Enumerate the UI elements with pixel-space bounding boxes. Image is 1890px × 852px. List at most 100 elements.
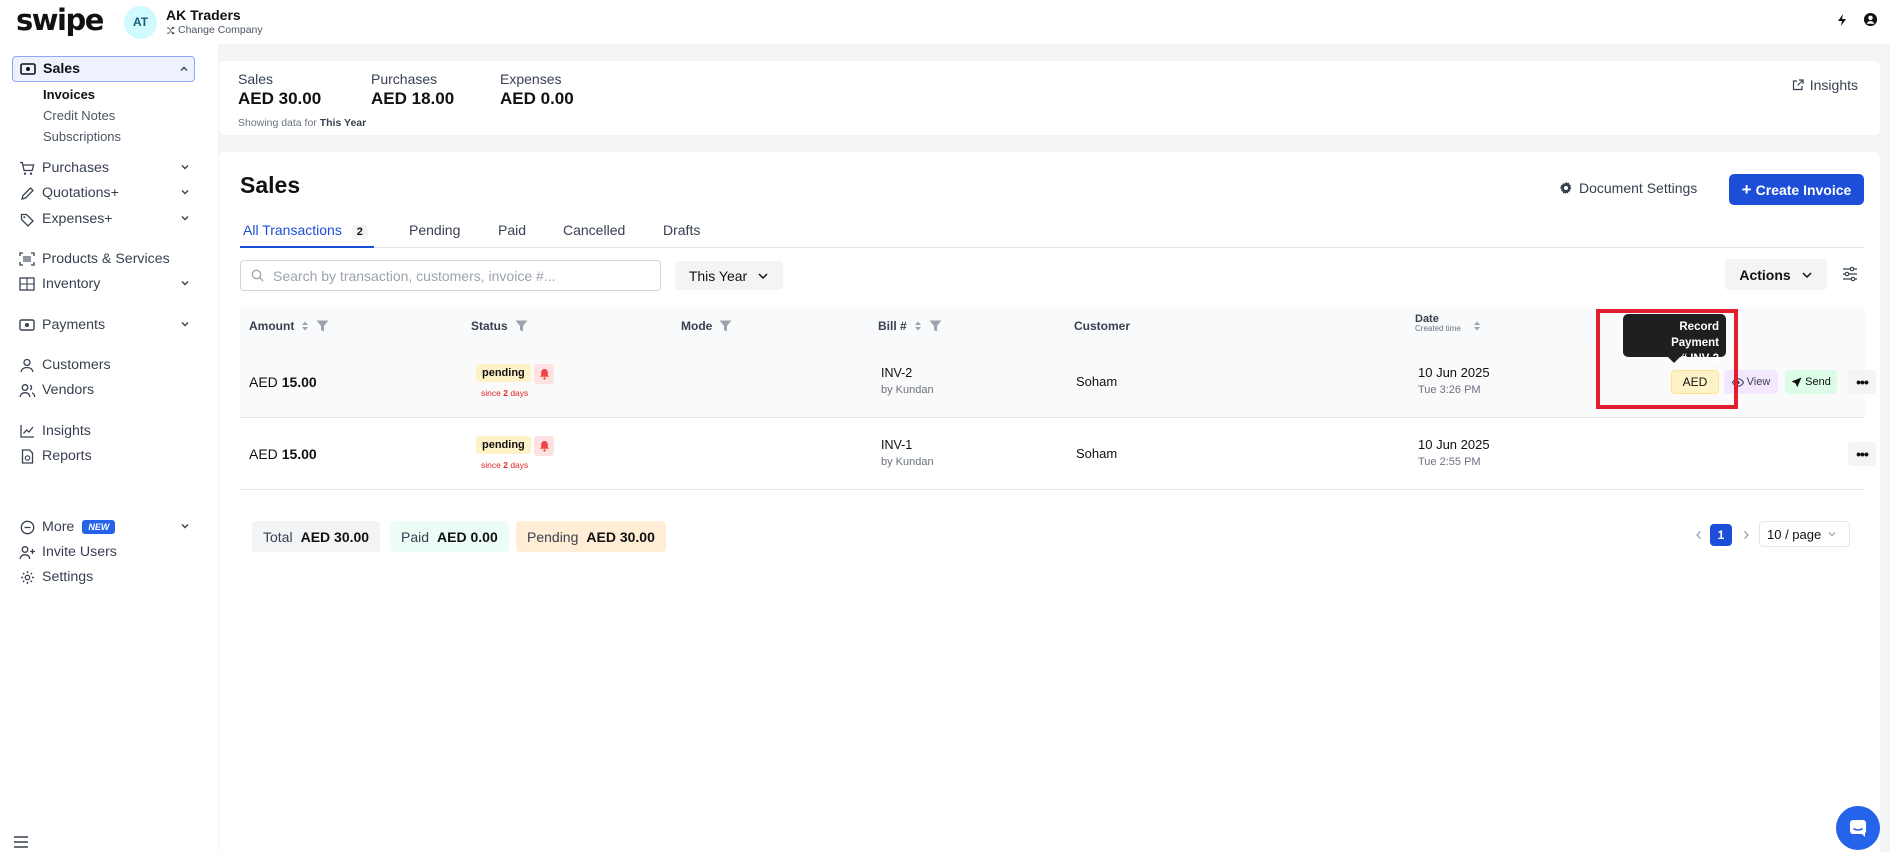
search-input[interactable] xyxy=(273,267,653,284)
minus-circle-icon xyxy=(18,518,36,536)
sidebar-sub-credit-notes[interactable]: Credit Notes xyxy=(43,108,115,123)
stat-sales: Sales AED 30.00 xyxy=(238,71,321,109)
sidebar-item-label: Customers xyxy=(42,357,111,373)
pending-label: Pending xyxy=(527,528,579,545)
column-header-date[interactable]: Date Created time xyxy=(1415,313,1461,334)
tab-drafts[interactable]: Drafts xyxy=(663,220,700,248)
lightning-icon[interactable] xyxy=(1835,13,1849,27)
document-settings-button[interactable]: Document Settings xyxy=(1559,180,1697,196)
tab-paid[interactable]: Paid xyxy=(498,220,526,248)
sidebar-item-sales[interactable]: Sales xyxy=(12,56,195,82)
sidebar-item-settings[interactable]: Settings xyxy=(12,564,195,590)
table-row[interactable]: AED 15.00 pending since 2 days INV-1 by … xyxy=(240,418,1876,490)
create-invoice-label: Create Invoice xyxy=(1755,181,1852,198)
chevron-down-icon xyxy=(1828,532,1836,537)
filter-icon[interactable] xyxy=(515,320,528,332)
sidebar-item-customers[interactable]: Customers xyxy=(12,352,195,378)
reminder-button[interactable] xyxy=(534,436,554,456)
page-size-value: 10 / page xyxy=(1767,526,1822,542)
menu-icon[interactable] xyxy=(14,836,28,848)
chevron-down-icon xyxy=(181,281,189,286)
table-header: Amount Status Mode Bill # Customer Date … xyxy=(240,307,1865,346)
since-number: 2 xyxy=(503,460,508,470)
chevron-down-icon xyxy=(181,190,189,195)
page-size-select[interactable]: 10 / page xyxy=(1759,521,1850,547)
since-number: 2 xyxy=(503,388,508,398)
stat-value: AED 30.00 xyxy=(238,89,322,108)
change-company-link[interactable]: Change Company xyxy=(166,24,263,37)
insights-link[interactable]: Insights xyxy=(1792,77,1858,93)
sidebar-item-label: Vendors xyxy=(42,382,95,398)
currency: AED xyxy=(249,446,278,462)
column-header-status[interactable]: Status xyxy=(471,319,528,333)
column-header-customer[interactable]: Customer xyxy=(1074,319,1130,333)
row-customer[interactable]: Soham xyxy=(1076,446,1117,461)
since-prefix: since xyxy=(481,460,501,470)
sidebar-sub-invoices[interactable]: Invoices xyxy=(43,87,95,102)
gear-icon xyxy=(18,568,36,586)
sidebar-item-insights[interactable]: Insights xyxy=(12,418,195,444)
inventory-icon xyxy=(18,275,36,293)
column-label: Bill # xyxy=(878,319,907,333)
sidebar-item-inventory[interactable]: Inventory xyxy=(12,271,195,297)
company-avatar[interactable]: AT xyxy=(124,5,157,39)
summary-stats-card: Sales AED 30.00 Purchases AED 18.00 Expe… xyxy=(219,61,1880,135)
record-payment-button[interactable]: AED xyxy=(1671,370,1719,394)
filter-icon[interactable] xyxy=(929,320,942,332)
chat-support-button[interactable] xyxy=(1836,806,1880,850)
amount-value: 15.00 xyxy=(281,374,317,390)
column-settings-icon[interactable] xyxy=(1842,266,1858,282)
column-header-mode[interactable]: Mode xyxy=(681,319,732,333)
tooltip-subtitle: # INV-2 xyxy=(1680,353,1719,366)
tab-count-badge: 2 xyxy=(351,225,368,239)
stat-purchases: Purchases AED 18.00 xyxy=(371,71,454,109)
sort-icon[interactable] xyxy=(301,320,309,332)
view-button[interactable]: View xyxy=(1724,370,1778,394)
sidebar-item-products-services[interactable]: Products & Services xyxy=(12,246,195,272)
sidebar-item-payments[interactable]: Payments xyxy=(12,312,195,338)
sort-icon[interactable] xyxy=(914,320,922,332)
send-button[interactable]: Send xyxy=(1785,370,1837,394)
more-options-button[interactable]: ••• xyxy=(1848,442,1876,466)
sidebar-sub-subscriptions[interactable]: Subscriptions xyxy=(43,129,121,144)
ellipsis-icon: ••• xyxy=(1856,374,1869,390)
period-select[interactable]: This Year xyxy=(675,261,783,290)
sidebar-item-purchases[interactable]: Purchases xyxy=(12,155,195,181)
user-circle-icon[interactable] xyxy=(1863,12,1878,27)
stat-label: Sales xyxy=(238,71,274,87)
chevron-left-icon[interactable] xyxy=(1693,529,1705,541)
column-label: Amount xyxy=(249,319,295,333)
row-bill-number[interactable]: INV-2 xyxy=(881,366,912,380)
filter-icon[interactable] xyxy=(719,320,732,332)
swipe-logo[interactable]: swipe xyxy=(16,3,124,37)
actions-dropdown[interactable]: Actions xyxy=(1725,259,1827,290)
filter-icon[interactable] xyxy=(316,320,329,332)
create-invoice-button[interactable]: + Create Invoice xyxy=(1729,174,1864,205)
sidebar-item-label: Expenses+ xyxy=(42,211,113,227)
tab-cancelled[interactable]: Cancelled xyxy=(563,220,625,248)
sidebar-item-vendors[interactable]: Vendors xyxy=(12,377,195,403)
tab-pending[interactable]: Pending xyxy=(409,220,460,248)
column-sublabel: Created time xyxy=(1415,324,1461,334)
company-switcher[interactable]: AK Traders Change Company xyxy=(166,7,263,36)
stat-label: Expenses xyxy=(500,71,562,87)
sidebar-item-invite-users[interactable]: Invite Users xyxy=(12,539,195,565)
sidebar-item-more[interactable]: More NEW xyxy=(12,514,195,540)
page-number[interactable]: 1 xyxy=(1710,524,1732,546)
row-customer[interactable]: Soham xyxy=(1076,374,1117,389)
column-header-amount[interactable]: Amount xyxy=(249,319,329,333)
row-bill-number[interactable]: INV-1 xyxy=(881,438,912,452)
sidebar-item-expenses[interactable]: Expenses+ xyxy=(12,206,195,232)
reminder-button[interactable] xyxy=(534,364,554,384)
pencil-icon xyxy=(18,184,36,202)
sidebar-item-reports[interactable]: Reports xyxy=(12,443,195,469)
chevron-right-icon[interactable] xyxy=(1740,529,1752,541)
table-row[interactable]: AED 15.00 pending since 2 days INV-2 by … xyxy=(240,346,1876,418)
tab-all-transactions[interactable]: All Transactions 2 xyxy=(240,220,374,248)
sort-icon[interactable] xyxy=(1473,320,1481,332)
more-options-button[interactable]: ••• xyxy=(1848,370,1876,394)
sidebar-item-quotations[interactable]: Quotations+ xyxy=(12,180,195,206)
top-bar: swipe AT AK Traders Change Company xyxy=(0,0,1890,44)
stat-expenses: Expenses AED 0.00 xyxy=(500,71,574,109)
column-header-bill[interactable]: Bill # xyxy=(878,319,942,333)
